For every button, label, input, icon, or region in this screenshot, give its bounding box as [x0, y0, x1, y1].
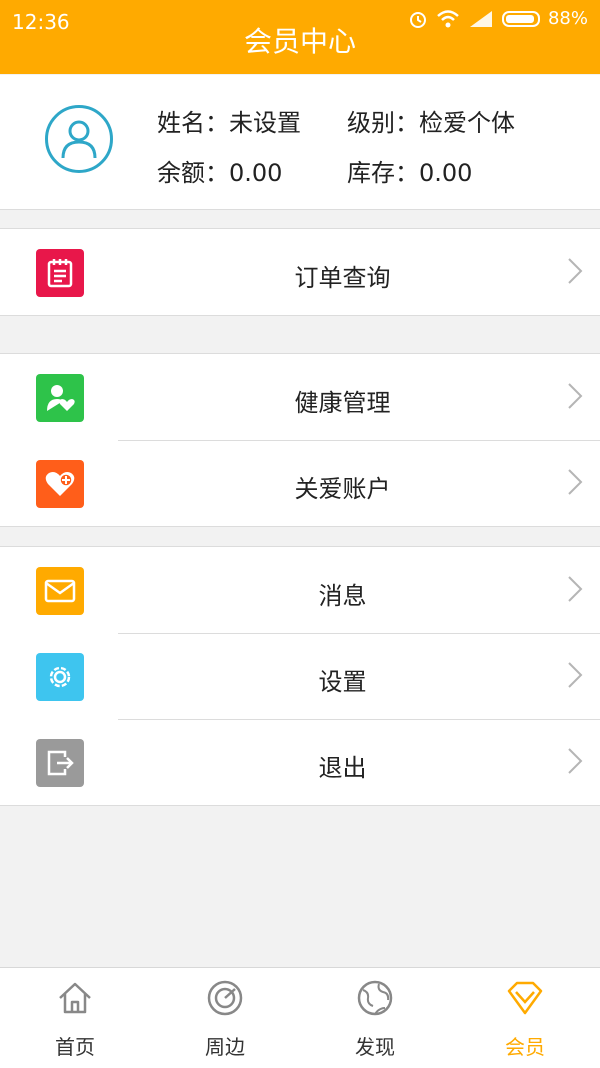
- tab-member[interactable]: 会员: [450, 968, 600, 1068]
- chevron-right-icon: [568, 576, 583, 602]
- profile-card: 姓名：未设置 级别：检爱个体 余额：0.00 库存：0.00: [0, 75, 600, 210]
- chevron-right-icon: [568, 383, 583, 409]
- home-icon: [59, 982, 91, 1014]
- profile-stock: 库存：0.00: [347, 159, 473, 187]
- menu-label: 订单查询: [294, 264, 391, 292]
- bottom-tab-bar: 首页 周边 发现 会员: [0, 967, 600, 1068]
- menu-item-care-account[interactable]: 关爱账户: [0, 440, 600, 526]
- menu-item-logout[interactable]: 退出: [0, 719, 600, 805]
- menu-group-orders: 订单查询: [0, 228, 600, 316]
- tab-discover[interactable]: 发现: [300, 968, 450, 1068]
- app-header: 12:36 88% 会员中心: [0, 0, 600, 74]
- menu-label: 设置: [318, 668, 367, 696]
- menu-label: 健康管理: [294, 389, 391, 417]
- chevron-right-icon: [568, 662, 583, 688]
- tab-nearby[interactable]: 周边: [150, 968, 300, 1068]
- menu-item-messages[interactable]: 消息: [0, 547, 600, 633]
- profile-level: 级别：检爱个体: [347, 109, 515, 137]
- page-title: 会员中心: [243, 25, 356, 58]
- profile-balance: 余额：0.00: [157, 159, 283, 187]
- menu-group-health: 健康管理 关爱账户: [0, 353, 600, 527]
- menu-item-settings[interactable]: 设置: [0, 633, 600, 719]
- menu-item-order-query[interactable]: 订单查询: [0, 229, 600, 315]
- menu-label: 退出: [318, 754, 367, 782]
- diamond-icon: [507, 981, 543, 1015]
- radar-icon: [207, 980, 243, 1016]
- menu-label: 关爱账户: [294, 475, 391, 503]
- menu-item-health-management[interactable]: 健康管理: [0, 354, 600, 440]
- tab-home[interactable]: 首页: [0, 968, 150, 1068]
- menu-group-system: 消息 设置 退出: [0, 546, 600, 806]
- user-icon: [61, 120, 97, 159]
- chevron-right-icon: [568, 258, 583, 284]
- globe-icon: [357, 980, 393, 1016]
- chevron-right-icon: [568, 748, 583, 774]
- menu-label: 消息: [318, 582, 367, 610]
- avatar[interactable]: [45, 105, 113, 173]
- profile-name: 姓名：未设置: [157, 109, 301, 137]
- chevron-right-icon: [568, 469, 583, 495]
